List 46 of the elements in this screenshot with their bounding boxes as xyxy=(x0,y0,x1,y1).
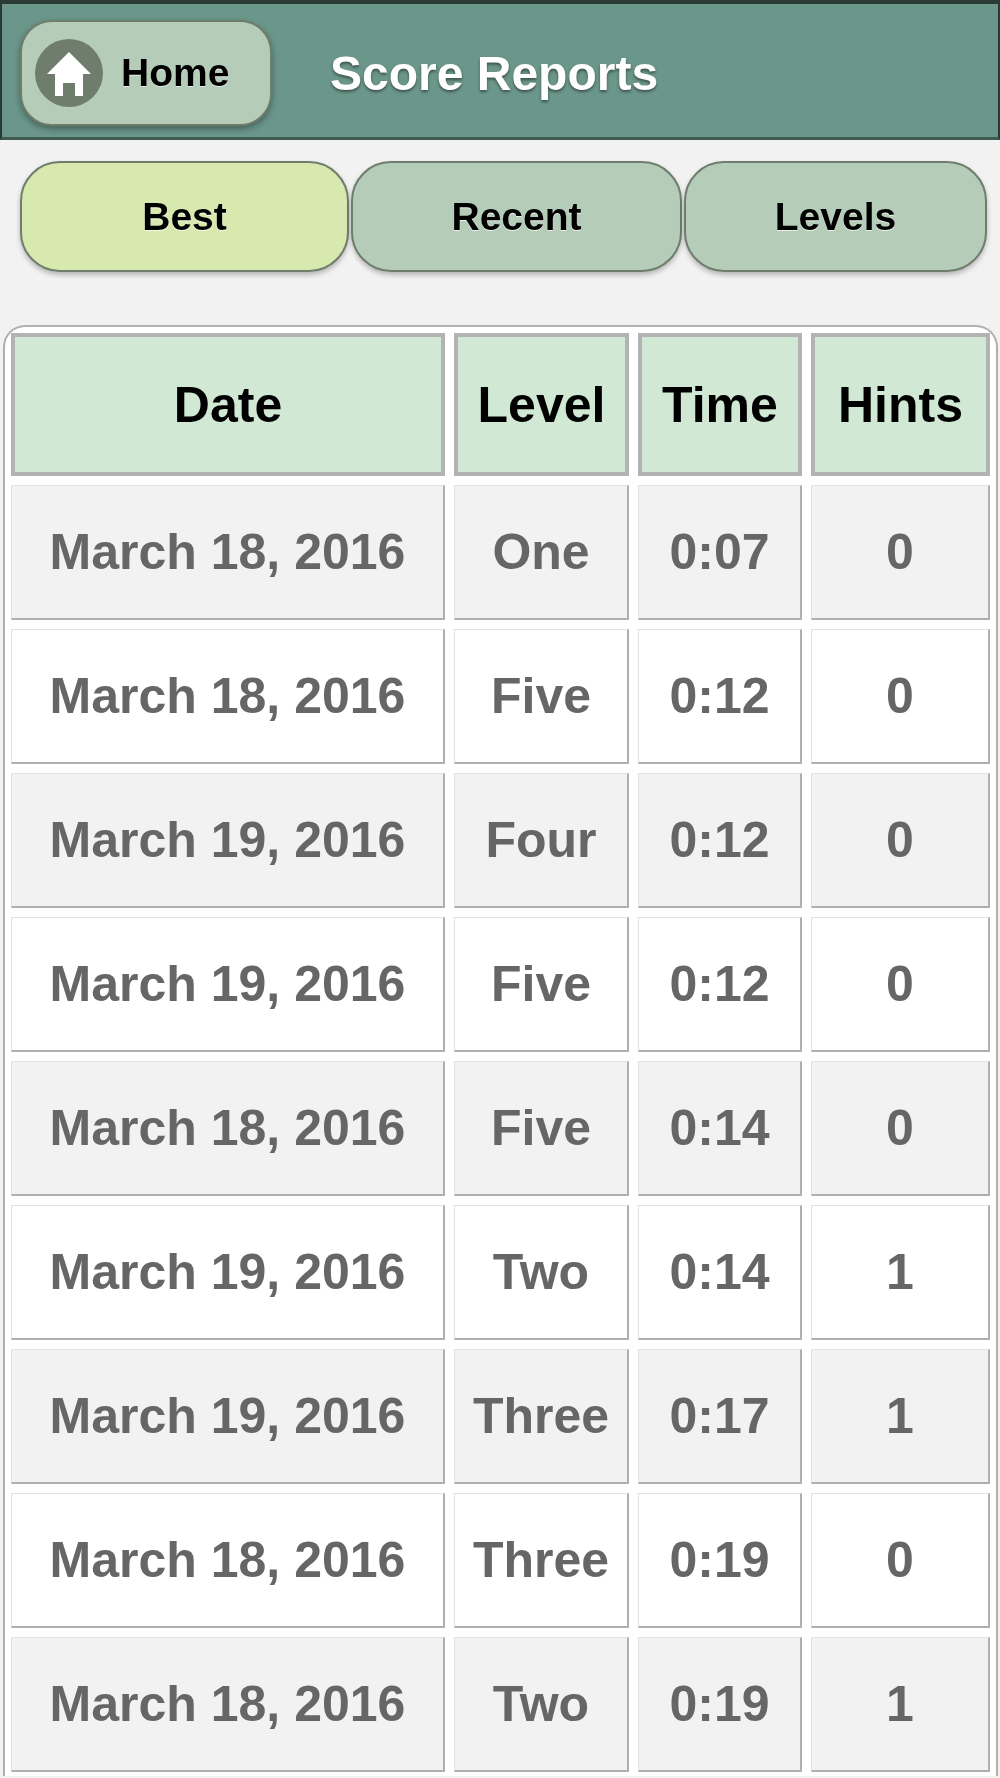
table-cell: 0:14 xyxy=(638,1061,802,1196)
home-icon xyxy=(35,39,103,107)
table-cell: Three xyxy=(454,1349,629,1484)
table-cell: 0 xyxy=(811,917,990,1052)
column-header: Hints xyxy=(811,333,990,476)
table-cell: 1 xyxy=(811,1349,990,1484)
table-cell: March 19, 2016 xyxy=(11,917,445,1052)
page-title: Score Reports xyxy=(330,45,659,101)
tab[interactable]: Best xyxy=(20,161,349,272)
table-cell: 0:14 xyxy=(638,1205,802,1340)
table-cell: Five xyxy=(454,917,629,1052)
table-cell: March 18, 2016 xyxy=(11,629,445,764)
table-cell: 0:19 xyxy=(638,1493,802,1628)
table-cell: Five xyxy=(454,1061,629,1196)
column-header: Date xyxy=(11,333,445,476)
table-cell: March 19, 2016 xyxy=(11,773,445,908)
table-cell: 0:07 xyxy=(638,485,802,620)
table-cell: March 18, 2016 xyxy=(11,1493,445,1628)
table-cell: 0 xyxy=(811,1493,990,1628)
table-cell: March 18, 2016 xyxy=(11,485,445,620)
table-cell: 0:12 xyxy=(638,773,802,908)
table-cell: 0 xyxy=(811,1061,990,1196)
tab[interactable]: Recent xyxy=(351,161,682,272)
column-header: Time xyxy=(638,333,802,476)
table-cell: March 18, 2016 xyxy=(11,1637,445,1772)
table-cell: 0 xyxy=(811,485,990,620)
column-header: Level xyxy=(454,333,629,476)
table-cell: Two xyxy=(454,1637,629,1772)
table-cell: 0 xyxy=(811,773,990,908)
table-cell: 1 xyxy=(811,1205,990,1340)
table-cell: Two xyxy=(454,1205,629,1340)
table-cell: Three xyxy=(454,1493,629,1628)
table-cell: 0:19 xyxy=(638,1637,802,1772)
table-cell: One xyxy=(454,485,629,620)
table-cell: Five xyxy=(454,629,629,764)
table-cell: 0 xyxy=(811,629,990,764)
table-cell: 0:17 xyxy=(638,1349,802,1484)
tab[interactable]: Levels xyxy=(684,161,987,272)
table-cell: 0:12 xyxy=(638,629,802,764)
table-cell: March 18, 2016 xyxy=(11,1061,445,1196)
table-cell: March 19, 2016 xyxy=(11,1349,445,1484)
table-cell: March 19, 2016 xyxy=(11,1205,445,1340)
table-cell: 0:12 xyxy=(638,917,802,1052)
table-cell: Four xyxy=(454,773,629,908)
table-cell: 1 xyxy=(811,1637,990,1772)
home-button[interactable]: Home xyxy=(20,20,272,126)
